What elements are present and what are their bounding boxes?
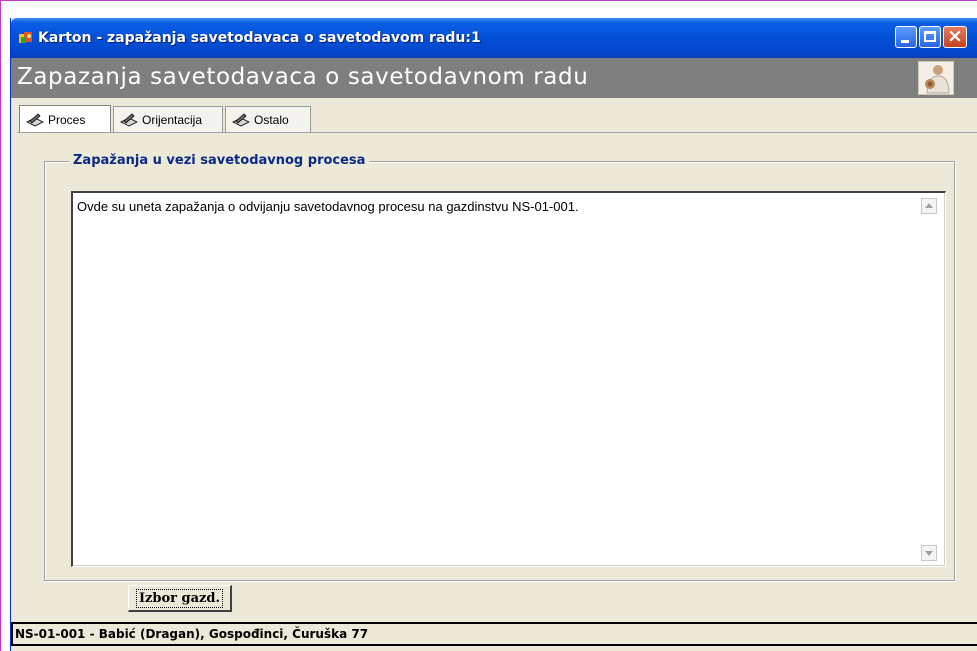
form-title: Zapazanja savetodavaca o savetodavnom ra… (17, 64, 589, 90)
select-farm-button[interactable]: Izbor gazd. (128, 585, 232, 612)
memo-text[interactable]: Ovde su uneta zapažanja o odvijanju save… (77, 199, 579, 214)
tab-ostalo[interactable]: Ostalo (225, 106, 311, 132)
tab-ostalo-label: Ostalo (254, 112, 289, 127)
tab-orijentacija-label: Orijentacija (142, 112, 203, 127)
tab-orijentacija[interactable]: Orijentacija (113, 106, 223, 132)
window-title: Karton - zapažanja savetodavaca o saveto… (38, 30, 481, 46)
arrow-up-icon (925, 203, 933, 208)
minimize-button[interactable] (895, 26, 917, 48)
tab-proces[interactable]: Proces (19, 105, 111, 133)
tab-proces-label: Proces (48, 112, 86, 127)
tab-page-proces: Zapažanja u vezi savetodavnog procesa Ov… (17, 132, 977, 617)
notebook-pencil-icon (232, 112, 250, 127)
tab-strip: Proces Orijentacija Ostalo (11, 105, 977, 133)
main-window: Karton - zapažanja savetodavaca o saveto… (10, 18, 977, 651)
select-farm-label: Izbor gazd. (135, 588, 224, 608)
observations-memo[interactable]: Ovde su uneta zapažanja o odvijanju save… (71, 191, 946, 567)
scroll-down-button[interactable] (921, 545, 937, 561)
advisor-logo-icon (918, 61, 954, 95)
screen-frame-left (0, 0, 1, 651)
title-bar[interactable]: Karton - zapažanja savetodavaca o saveto… (11, 18, 977, 58)
screen-frame-top (0, 0, 977, 1)
maximize-icon (924, 31, 936, 42)
arrow-down-icon (925, 551, 933, 556)
app-icon (19, 32, 32, 43)
notebook-pencil-icon (120, 112, 138, 127)
minimize-icon (901, 40, 909, 43)
maximize-button[interactable] (919, 26, 941, 48)
close-icon: × (947, 25, 963, 47)
notebook-pencil-icon (26, 112, 44, 127)
status-text: NS-01-001 - Babić (Dragan), Gospođinci, … (15, 627, 369, 641)
status-bar: NS-01-001 - Babić (Dragan), Gospođinci, … (11, 622, 977, 646)
scroll-up-button[interactable] (921, 198, 937, 214)
group-box-label: Zapažanja u vezi savetodavnog procesa (69, 153, 370, 168)
form-header: Zapazanja savetodavaca o savetodavnom ra… (11, 58, 977, 98)
close-button[interactable]: × (943, 25, 967, 48)
